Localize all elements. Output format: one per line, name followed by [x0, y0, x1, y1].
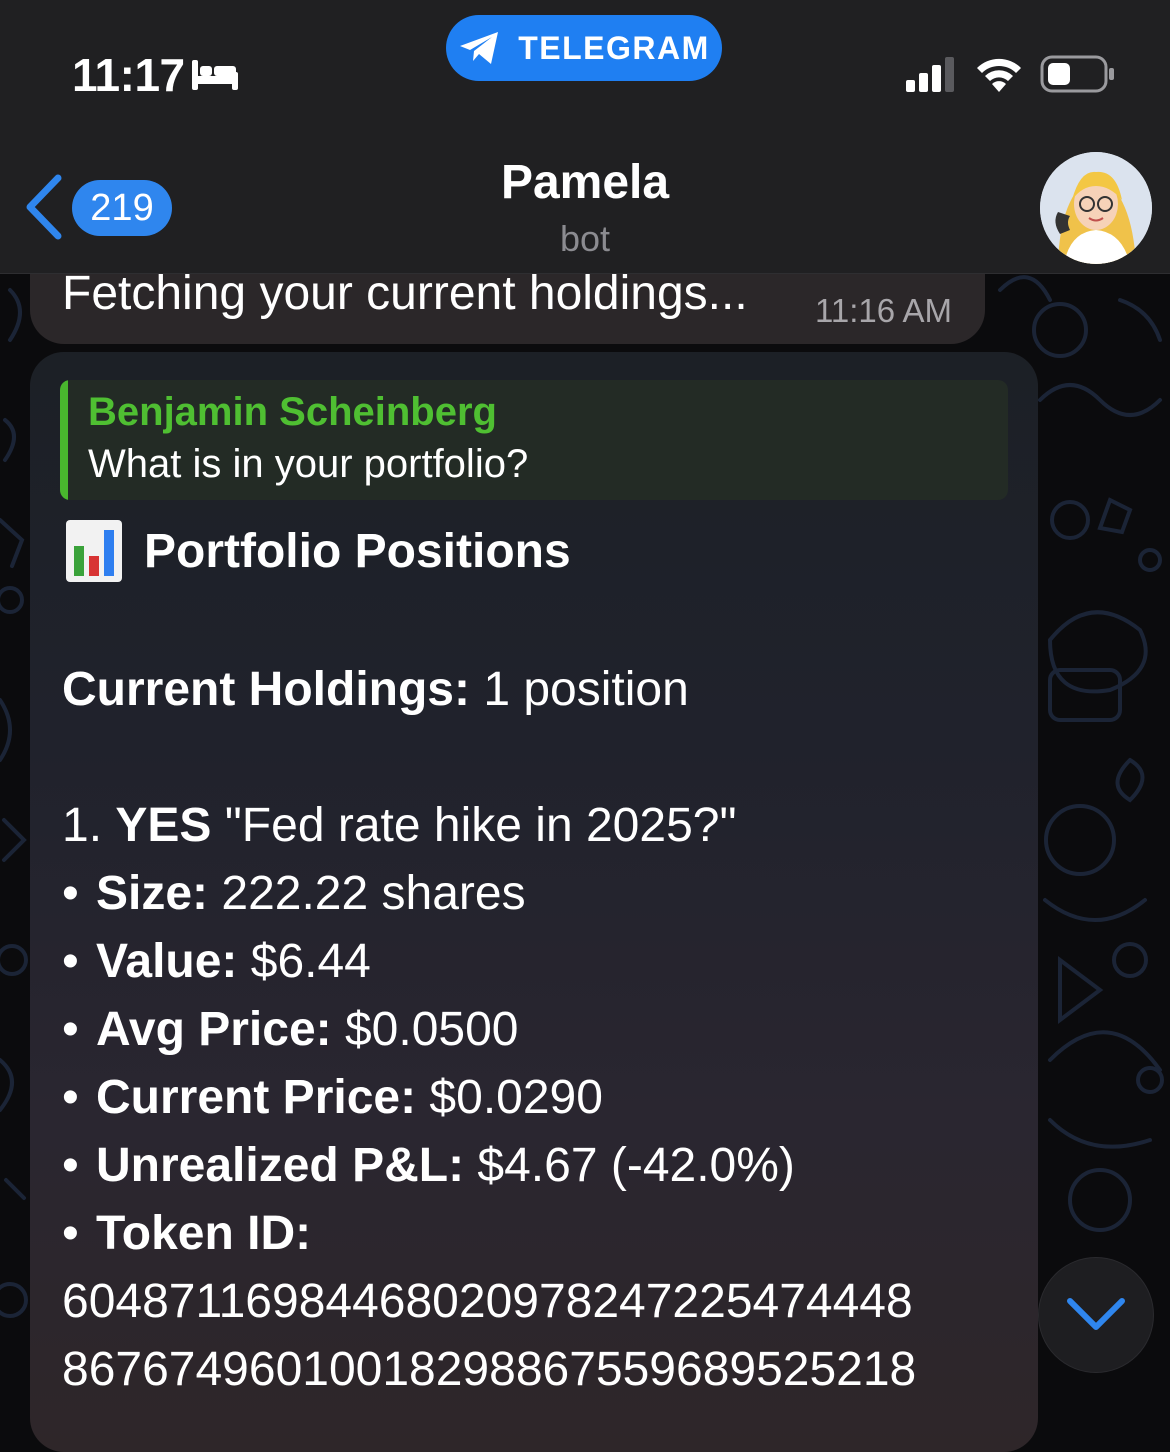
battery-icon — [1040, 55, 1114, 93]
bullet: • — [62, 1003, 79, 1056]
bed-icon — [192, 60, 238, 90]
size-label: Size: — [96, 867, 209, 920]
telegram-plane-icon — [460, 32, 499, 64]
message-bubble-portfolio[interactable]: Benjamin Scheinberg What is in your port… — [30, 352, 1038, 1452]
token-id-line-2: 86767496010018298867559689525218 — [62, 1343, 917, 1396]
portfolio-heading: Portfolio Positions — [66, 520, 571, 582]
signal-icon — [906, 57, 954, 92]
bullet: • — [62, 867, 79, 920]
reply-author: Benjamin Scheinberg — [88, 390, 497, 434]
message-text: Fetching your current holdings... — [62, 267, 748, 320]
chat-title[interactable]: Pamela — [0, 155, 1170, 210]
reply-text: What is in your portfolio? — [88, 442, 529, 486]
position-avg-price: • Avg Price: $0.0500 — [62, 1002, 518, 1057]
holdings-label: Current Holdings: — [62, 663, 470, 716]
position-value: • Value: $6.44 — [62, 934, 371, 989]
bullet: • — [62, 1139, 79, 1192]
bullet: • — [62, 1207, 79, 1260]
chat-subtitle: bot — [559, 218, 611, 259]
current-price-label: Current Price: — [96, 1071, 417, 1124]
chat-header: 11:17 TELEGRAM 219 Pamela bot — [0, 0, 1170, 274]
avg-price-value: $0.0500 — [331, 1003, 519, 1056]
position-index: 1. — [62, 799, 103, 852]
reply-bar — [60, 380, 68, 500]
bullet: • — [62, 935, 79, 988]
pnl-label: Unrealized P&L: — [96, 1139, 465, 1192]
bullet: • — [62, 1071, 79, 1124]
reply-quote[interactable]: Benjamin Scheinberg What is in your port… — [60, 380, 1008, 500]
message-time: 11:16 AM — [815, 292, 952, 329]
token-id-line-1: 60487116984468020978247225474448 — [62, 1275, 913, 1328]
current-price-value: $0.0290 — [416, 1071, 603, 1124]
token-id-label: Token ID: — [96, 1207, 312, 1260]
position-header: 1. YES "Fed rate hike in 2025?" — [62, 798, 737, 853]
wifi-icon — [977, 58, 1021, 92]
position-side: YES — [115, 799, 212, 852]
portfolio-title: Portfolio Positions — [144, 524, 571, 578]
status-time: 11:17 — [72, 49, 185, 101]
holdings-value: 1 position — [469, 663, 689, 716]
scroll-to-bottom-button[interactable] — [1038, 1257, 1154, 1373]
size-value: 222.22 shares — [208, 867, 526, 920]
holdings-line: Current Holdings: 1 position — [62, 662, 689, 717]
message-bubble-previous[interactable]: Fetching your current holdings... 11:16 … — [30, 262, 985, 344]
chevron-down-icon — [1067, 1298, 1125, 1330]
position-size: • Size: 222.22 shares — [62, 866, 526, 921]
value-value: $6.44 — [237, 935, 371, 988]
avg-price-label: Avg Price: — [96, 1003, 332, 1056]
position-token-id: • Token ID: — [62, 1206, 311, 1261]
return-to-telegram-label: TELEGRAM — [518, 29, 710, 66]
position-current-price: • Current Price: $0.0290 — [62, 1070, 603, 1125]
value-label: Value: — [96, 935, 238, 988]
return-to-telegram-pill[interactable]: TELEGRAM — [446, 15, 722, 81]
pnl-value: $4.67 (-42.0%) — [464, 1139, 795, 1192]
position-market: "Fed rate hike in 2025?" — [211, 799, 737, 852]
bar-chart-emoji-icon — [66, 520, 122, 582]
position-unrealized-pnl: • Unrealized P&L: $4.67 (-42.0%) — [62, 1138, 795, 1193]
avatar[interactable] — [1040, 152, 1152, 264]
